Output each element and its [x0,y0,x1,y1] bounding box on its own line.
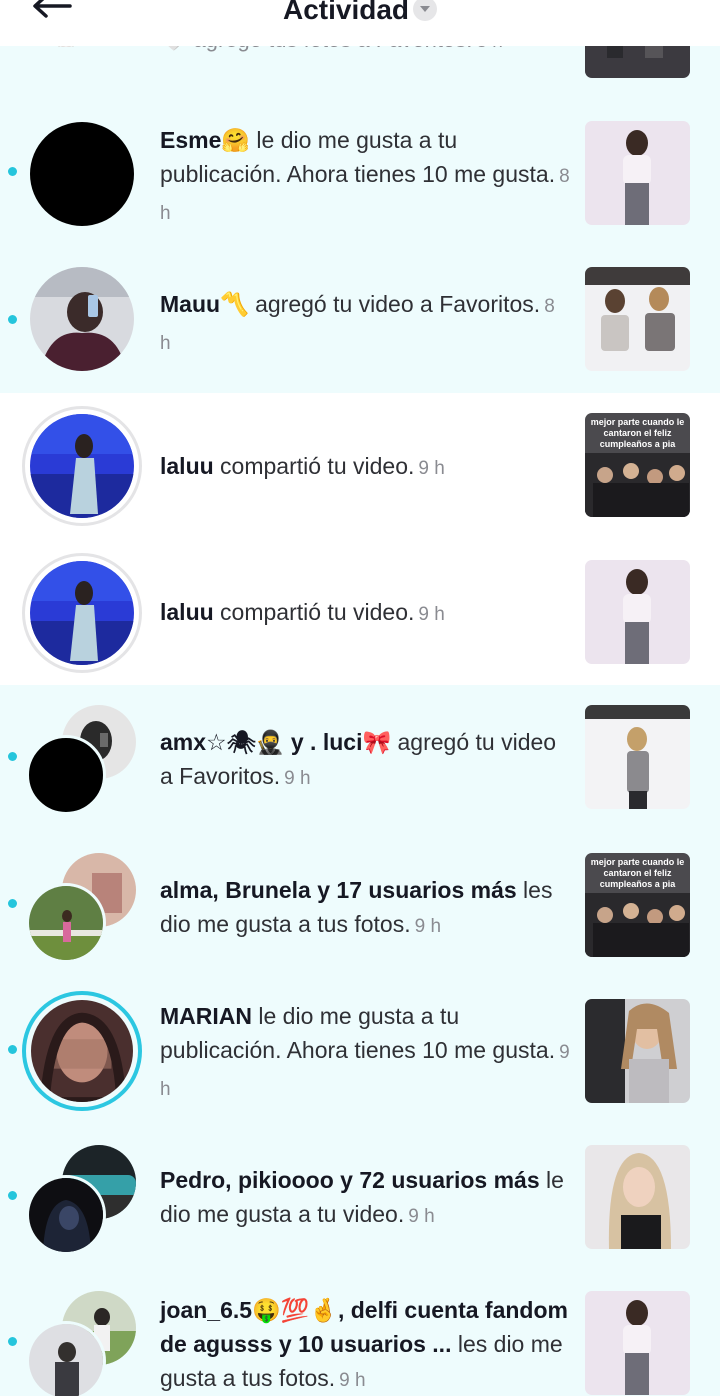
username[interactable]: Esme🤗 [160,127,250,153]
post-thumbnail[interactable] [585,267,690,371]
notification-text: joan_6.5🤑💯🤞, delfi cuenta fandom de agus… [160,1297,568,1391]
notification-text: Mauu〽️ agregó tu video a Favoritos. 8 h [160,291,555,354]
top-bar: Actividad [0,0,720,46]
username[interactable]: laluu [160,453,214,479]
post-thumbnail[interactable] [585,121,690,225]
list-item[interactable]: Esme🤗 le dio me gusta a tu publicación. … [0,95,720,247]
list-item[interactable]: alma, Brunela y 17 usuarios más les dio … [0,833,720,981]
post-thumbnail[interactable] [585,560,690,664]
username[interactable]: Pedro, pikioooo y 72 usuarios más [160,1167,540,1193]
list-item[interactable]: joan_6.5🤑💯🤞, delfi cuenta fandom de agus… [0,1271,720,1396]
avatar [30,267,134,371]
chevron-down-icon [413,0,438,21]
username[interactable]: amx☆🕷🥷 y . luci🎀 [160,729,391,755]
notification-text: MARIAN le dio me gusta a tu publicación.… [160,1003,570,1100]
avatar [22,991,142,1111]
notification-text: Pedro, pikioooo y 72 usuarios más le dio… [160,1167,564,1227]
avatar [26,883,106,963]
notification-text: Esme🤗 le dio me gusta a tu publicación. … [160,127,570,224]
post-thumbnail[interactable] [585,1145,690,1249]
username[interactable]: alma, Brunela y 17 usuarios más [160,877,517,903]
unread-dot [8,1191,17,1200]
notification-text: laluu compartió tu video. 9 h [160,453,445,479]
activity-filter-dropdown[interactable]: Actividad [0,0,720,28]
avatar [26,735,106,815]
avatar [26,1175,106,1255]
post-thumbnail[interactable] [585,705,690,809]
thumbnail-caption: mejor parte cuando le cantaron el feliz … [590,857,685,889]
post-thumbnail[interactable]: mejor parte cuando le cantaron el feliz … [585,853,690,957]
notification-text: alma, Brunela y 17 usuarios más les dio … [160,877,553,937]
unread-dot [8,1337,17,1346]
unread-dot [8,1045,17,1054]
avatar [22,406,142,526]
notification-text: amx☆🕷🥷 y . luci🎀 agregó tu video a Favor… [160,729,557,789]
username[interactable]: laluu [160,599,214,625]
list-item[interactable]: Pedro, pikioooo y 72 usuarios más le dio… [0,1129,720,1271]
page-title: Actividad [282,0,410,25]
username[interactable]: MARIAN [160,1003,252,1029]
list-item[interactable]: laluu compartió tu video. 9 h mejor parte… [0,393,720,539]
unread-dot [8,899,17,908]
list-item[interactable]: amx☆🕷🥷 y . luci🎀 agregó tu video a Favor… [0,685,720,833]
list-item[interactable]: MARIAN le dio me gusta a tu publicación.… [0,981,720,1129]
notification-text: laluu compartió tu video. 9 h [160,599,445,625]
avatar [26,1321,106,1396]
unread-dot [8,315,17,324]
avatar [30,122,134,226]
post-thumbnail[interactable] [585,999,690,1103]
unread-dot [8,167,17,176]
username[interactable]: Mauu〽️ [160,291,249,317]
post-thumbnail[interactable]: mejor parte cuando le cantaron el feliz … [585,413,690,517]
list-item[interactable]: Mauu〽️ agregó tu video a Favoritos. 8 h [0,247,720,393]
list-item[interactable]: laluu compartió tu video. 9 h [0,539,720,685]
post-thumbnail[interactable] [585,1291,690,1395]
unread-dot [8,752,17,761]
thumbnail-caption: mejor parte cuando le cantaron el feliz … [590,417,685,449]
avatar [22,553,142,673]
